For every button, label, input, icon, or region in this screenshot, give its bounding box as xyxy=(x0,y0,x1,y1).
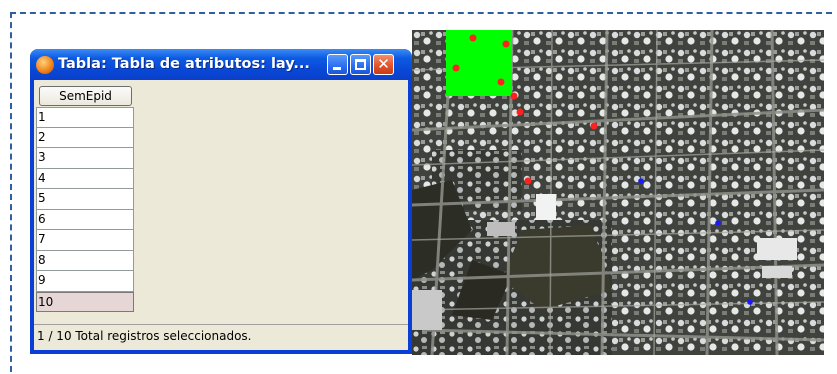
table-row[interactable]: 4 xyxy=(36,168,134,189)
maximize-button[interactable] xyxy=(350,54,371,75)
table-row[interactable]: 7 xyxy=(36,230,134,251)
close-icon: ✕ xyxy=(377,55,390,73)
table-row[interactable]: 8 xyxy=(36,250,134,271)
map-canvas[interactable] xyxy=(412,30,824,355)
app-icon xyxy=(36,56,54,74)
table-row[interactable]: 5 xyxy=(36,189,134,210)
table-row[interactable]: 2 xyxy=(36,127,134,148)
table-row[interactable]: 9 xyxy=(36,271,134,292)
table-row[interactable]: 1 xyxy=(36,107,134,128)
title-bar[interactable]: Tabla: Tabla de atributos: lay... ✕ xyxy=(30,49,412,80)
table-row[interactable]: 3 xyxy=(36,148,134,169)
window-title: Tabla: Tabla de atributos: lay... xyxy=(58,56,310,72)
attribute-grid: SemEpid 1 2 3 4 5 6 7 8 9 10 xyxy=(36,86,134,312)
minimize-button[interactable] xyxy=(327,54,348,75)
attribute-table-window[interactable]: Tabla: Tabla de atributos: lay... ✕ SemE… xyxy=(30,49,412,354)
table-row-selected[interactable]: 10 xyxy=(36,291,134,312)
table-row[interactable]: 6 xyxy=(36,209,134,230)
status-bar: 1 / 10 Total registros seleccionados. xyxy=(34,324,408,348)
selected-polygon xyxy=(446,30,512,96)
satellite-map[interactable] xyxy=(412,30,824,355)
column-header-semepid[interactable]: SemEpid xyxy=(39,86,132,106)
window-client-area: SemEpid 1 2 3 4 5 6 7 8 9 10 1 / 10 Tota… xyxy=(34,80,408,350)
close-button[interactable]: ✕ xyxy=(373,54,394,75)
